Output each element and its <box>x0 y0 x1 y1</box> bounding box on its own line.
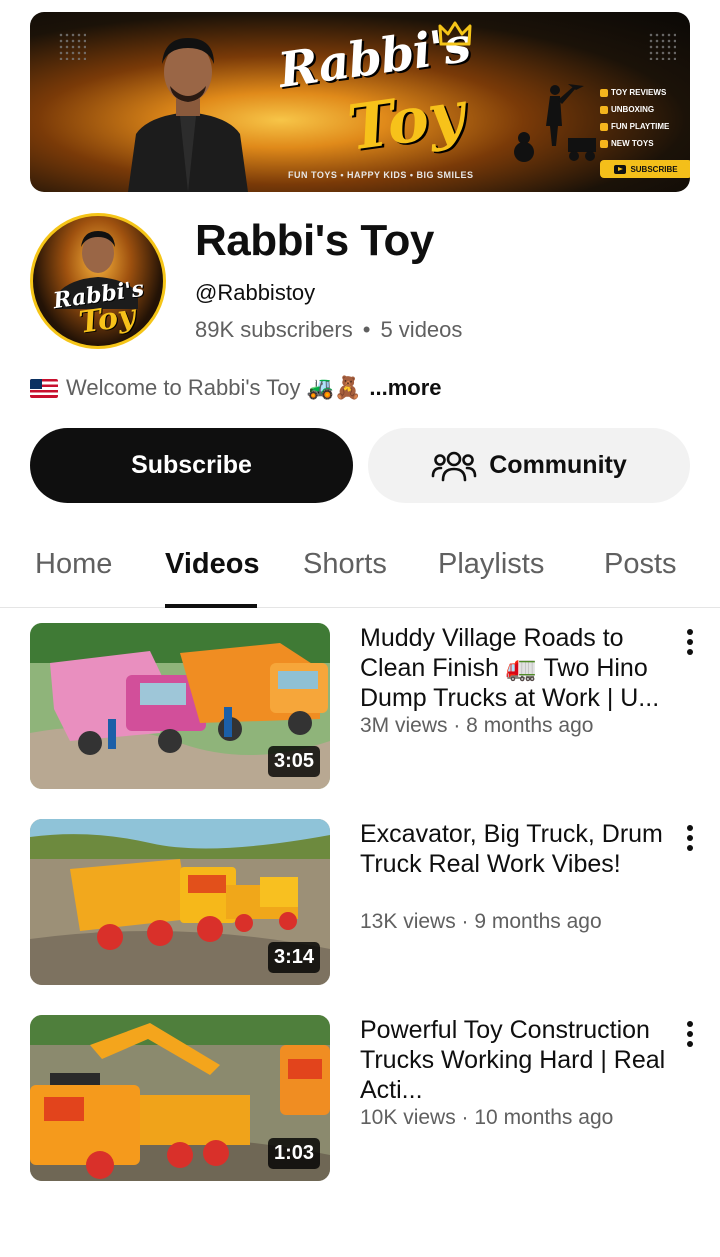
feature-label: NEW TOYS <box>611 139 654 148</box>
us-flag-icon <box>30 378 58 398</box>
banner-feature-list: TOY REVIEWS UNBOXING FUN PLAYTIME NEW TO… <box>600 84 669 152</box>
channel-avatar[interactable]: Rabbi's Toy <box>30 213 166 349</box>
video-title[interactable]: Excavator, Big Truck, Drum Truck Real Wo… <box>360 819 670 879</box>
banner-dot-pattern-left <box>58 32 86 60</box>
community-button[interactable]: Community <box>368 428 690 503</box>
tab-videos[interactable]: Videos <box>165 548 260 581</box>
subscribe-button[interactable]: Subscribe <box>30 428 353 503</box>
banner-feature-item: NEW TOYS <box>600 135 669 152</box>
subscriber-count: 89K subscribers <box>195 317 353 342</box>
banner-feature-item: UNBOXING <box>600 101 669 118</box>
video-duration: 1:03 <box>267 1138 320 1169</box>
subscribe-button-label: Subscribe <box>131 451 252 479</box>
video-item[interactable]: 1:03 Powerful Toy Construction Trucks Wo… <box>30 1015 720 1181</box>
feature-label: UNBOXING <box>611 105 655 114</box>
channel-handle: @Rabbistoy <box>195 280 316 305</box>
tab-home[interactable]: Home <box>35 548 112 581</box>
stats-separator: • <box>362 317 371 342</box>
banner-toy-silhouette <box>514 84 596 162</box>
more-link[interactable]: ...more <box>369 375 441 401</box>
feature-bullet-icon <box>600 139 608 148</box>
video-title[interactable]: Powerful Toy Construction Trucks Working… <box>360 1015 670 1105</box>
channel-stats: 89K subscribers • 5 videos <box>195 317 462 343</box>
channel-name: Rabbi's Toy <box>195 216 434 265</box>
tab-playlists[interactable]: Playlists <box>438 548 544 581</box>
video-thumbnail[interactable]: 3:05 <box>30 623 330 789</box>
feature-bullet-icon <box>600 88 608 97</box>
description-text: Welcome to Rabbi's Toy 🚜🧸 <box>66 375 362 400</box>
video-count: 5 videos <box>380 317 463 342</box>
video-meta: 3M views · 8 months ago <box>360 714 594 737</box>
banner-feature-item: FUN PLAYTIME <box>600 118 669 135</box>
channel-description[interactable]: Welcome to Rabbi's Toy 🚜🧸 ...more <box>30 375 442 401</box>
banner-feature-item: TOY REVIEWS <box>600 84 669 101</box>
banner-title-toy: Toy <box>343 76 469 165</box>
more-options-icon[interactable] <box>678 823 702 853</box>
video-thumbnail[interactable]: 3:14 <box>30 819 330 985</box>
feature-bullet-icon <box>600 105 608 114</box>
video-item[interactable]: 3:14 Excavator, Big Truck, Drum Truck Re… <box>30 819 720 985</box>
more-options-icon[interactable] <box>678 1019 702 1049</box>
banner-person-image <box>128 38 248 192</box>
banner-dot-pattern-right <box>648 32 676 60</box>
banner-tagline: FUN TOYS • HAPPY KIDS • BIG SMILES <box>288 170 474 180</box>
tab-posts[interactable]: Posts <box>604 548 677 581</box>
active-tab-indicator <box>165 604 257 608</box>
tab-shorts[interactable]: Shorts <box>303 548 387 581</box>
video-meta: 13K views · 9 months ago <box>360 910 602 933</box>
more-options-icon[interactable] <box>678 627 702 657</box>
crown-icon <box>438 21 472 46</box>
community-icon <box>431 451 477 481</box>
youtube-play-icon <box>614 164 627 174</box>
video-title[interactable]: Muddy Village Roads to Clean Finish 🚛 Tw… <box>360 623 670 713</box>
video-meta: 10K views · 10 months ago <box>360 1106 614 1129</box>
video-thumbnail[interactable]: 1:03 <box>30 1015 330 1181</box>
feature-label: TOY REVIEWS <box>611 88 667 97</box>
video-item[interactable]: 3:05 Muddy Village Roads to Clean Finish… <box>30 623 720 789</box>
channel-banner: Rabbi's Toy FUN TOYS • HAPPY KIDS • BIG … <box>30 12 690 192</box>
community-button-label: Community <box>489 451 627 479</box>
video-duration: 3:05 <box>267 746 320 777</box>
banner-subscribe-label: SUBSCRIBE <box>630 164 678 174</box>
feature-label: FUN PLAYTIME <box>611 122 670 131</box>
banner-subscribe-graphic: SUBSCRIBE <box>600 160 690 178</box>
feature-bullet-icon <box>600 122 608 131</box>
video-duration: 3:14 <box>267 942 320 973</box>
channel-tabs: Home Videos Shorts Playlists Posts <box>0 530 720 608</box>
